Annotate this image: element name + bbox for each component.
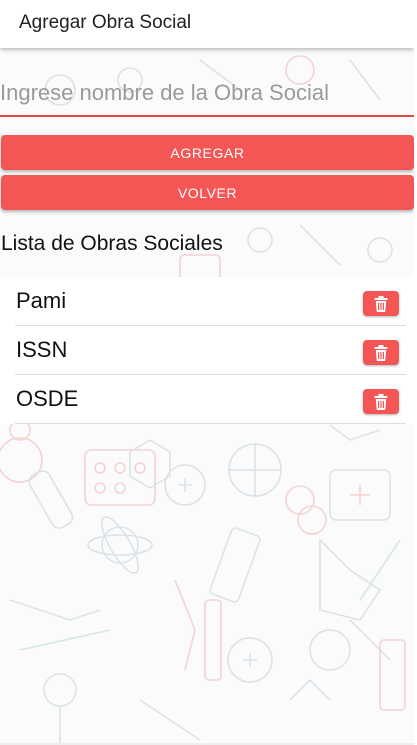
trash-icon xyxy=(374,295,388,312)
delete-button[interactable] xyxy=(363,340,399,365)
delete-button[interactable] xyxy=(363,291,399,316)
divider xyxy=(15,423,406,424)
list-item: Pami xyxy=(0,277,417,326)
obra-social-name-input[interactable] xyxy=(0,70,414,117)
delete-button[interactable] xyxy=(363,389,399,414)
trash-icon xyxy=(374,344,388,361)
app-header: Agregar Obra Social xyxy=(0,0,414,48)
list-title: Lista de Obras Sociales xyxy=(1,232,223,255)
page-title: Agregar Obra Social xyxy=(19,12,192,33)
name-input-container xyxy=(0,70,414,117)
list-item-label: Pami xyxy=(16,288,67,313)
trash-icon xyxy=(374,393,388,410)
add-button[interactable]: AGREGAR xyxy=(1,135,414,170)
back-button[interactable]: VOLVER xyxy=(1,175,414,210)
list-item-label: OSDE xyxy=(16,386,79,411)
list-item: ISSN xyxy=(0,326,417,375)
obras-sociales-list: Pami ISSN OSDE xyxy=(0,277,417,424)
list-item: OSDE xyxy=(0,375,417,424)
list-item-label: ISSN xyxy=(16,337,68,362)
